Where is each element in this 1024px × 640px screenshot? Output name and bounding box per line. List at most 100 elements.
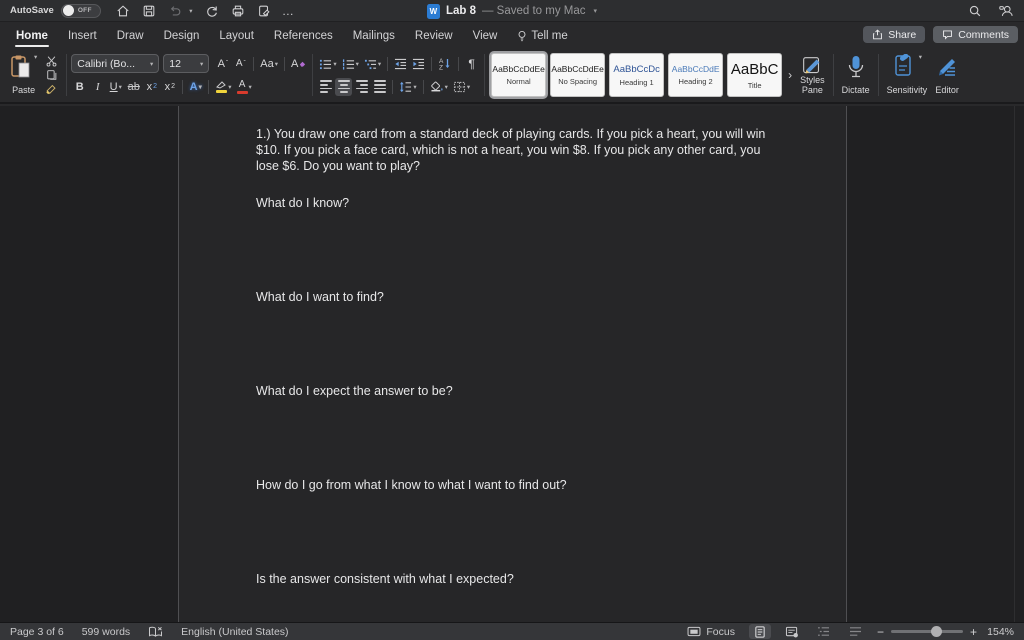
align-center-button[interactable] — [335, 77, 353, 96]
style-heading-1[interactable]: AaBbCcDc Heading 1 — [609, 53, 665, 97]
format-painter-button[interactable] — [43, 82, 60, 96]
cut-button[interactable] — [43, 54, 60, 68]
clear-formatting-button[interactable]: A — [289, 55, 308, 73]
doc-question-2[interactable]: What do I want to find? — [256, 289, 773, 305]
tab-layout[interactable]: Layout — [209, 23, 264, 49]
zoom-level[interactable]: 154% — [984, 626, 1014, 638]
clipboard-icon — [11, 55, 30, 78]
doc-paragraph[interactable]: 1.) You draw one card from a standard de… — [256, 126, 773, 174]
autosave-toggle[interactable]: OFF — [60, 3, 101, 18]
tab-review[interactable]: Review — [405, 23, 463, 49]
style-title[interactable]: AaBbC Title — [727, 53, 783, 97]
redo-icon[interactable] — [204, 2, 221, 19]
superscript-button[interactable]: x2 — [161, 78, 178, 96]
multilevel-list-button[interactable]: ▾ — [362, 55, 383, 73]
language-indicator[interactable]: English (United States) — [181, 626, 288, 638]
bullets-button[interactable]: ▾ — [317, 55, 338, 73]
borders-button[interactable]: ▾ — [451, 78, 472, 96]
style-no-spacing[interactable]: AaBbCcDdEe No Spacing — [550, 53, 606, 97]
scissors-icon — [46, 56, 57, 67]
align-left-button[interactable] — [317, 78, 334, 96]
doc-question-4[interactable]: How do I go from what I know to what I w… — [256, 477, 773, 493]
align-right-button[interactable] — [353, 78, 370, 96]
bold-button[interactable]: B — [71, 78, 88, 96]
style-heading-2[interactable]: AaBbCcDdE Heading 2 — [668, 53, 724, 97]
styles-pane-button[interactable]: Styles Pane — [796, 52, 829, 98]
save-icon[interactable] — [141, 2, 158, 19]
font-group: Calibri (Bo... ▾ 12 ▾ Aˆ Aˇ Aa ▾ A B I U ▾… — [71, 52, 308, 98]
focus-button[interactable]: Focus — [687, 626, 735, 638]
home-icon[interactable] — [115, 2, 132, 19]
tab-references[interactable]: References — [264, 23, 343, 49]
italic-button[interactable]: I — [89, 78, 106, 96]
ribbon-home: ▾ Paste Calibri (Bo... ▾ 12 ▾ A ˆ A ˇ Aa… — [0, 49, 1024, 104]
shrink-font-button[interactable]: Aˇ — [232, 55, 249, 73]
scrollbar-track[interactable] — [1014, 106, 1015, 622]
tab-view[interactable]: View — [463, 23, 508, 49]
undo-dropdown-icon[interactable]: ▾ — [187, 2, 195, 19]
zoom-slider[interactable] — [890, 625, 963, 637]
undo-icon[interactable] — [167, 2, 184, 19]
sensitivity-icon — [895, 54, 911, 76]
titlebar: AutoSave OFF ▾ … W Lab 8 — Saved to my M… — [0, 0, 1024, 22]
numbering-button[interactable]: ▾ — [340, 55, 361, 73]
zoom-in-button[interactable]: + — [970, 626, 977, 638]
comment-icon — [943, 30, 953, 40]
paste-button[interactable]: ▾ Paste — [6, 52, 41, 98]
outline-view-button[interactable] — [813, 624, 835, 639]
styles-gallery-more-icon[interactable]: › — [786, 68, 794, 82]
decrease-indent-button[interactable] — [392, 55, 409, 73]
sensitivity-button[interactable]: ▾ Sensitivity — [883, 52, 932, 98]
print-icon[interactable] — [230, 2, 247, 19]
show-marks-button[interactable]: ¶ — [463, 55, 480, 73]
draft-view-button[interactable] — [845, 624, 867, 639]
sort-button[interactable]: AZ — [436, 55, 454, 73]
style-normal[interactable]: AaBbCcDdEe Normal — [491, 53, 547, 97]
strikethrough-button[interactable]: ab — [125, 78, 142, 96]
shading-button[interactable]: ▾ — [428, 78, 450, 96]
word-count[interactable]: 599 words — [82, 626, 130, 638]
eraser-icon — [300, 61, 306, 67]
search-icon[interactable] — [966, 2, 983, 19]
grow-font-button[interactable]: Aˆ — [214, 55, 231, 73]
text-effects-button[interactable]: A ▾ — [187, 78, 204, 96]
tab-home[interactable]: Home — [6, 23, 58, 49]
underline-button[interactable]: U ▾ — [107, 78, 124, 96]
proofing-status-icon[interactable] — [148, 626, 163, 638]
doc-question-5[interactable]: Is the answer consistent with what I exp… — [256, 571, 773, 587]
page-indicator[interactable]: Page 3 of 6 — [10, 626, 64, 638]
more-commands-icon[interactable]: … — [282, 4, 295, 18]
doc-question-1[interactable]: What do I know? — [256, 195, 773, 211]
account-icon[interactable] — [997, 2, 1014, 19]
decrease-indent-icon — [395, 58, 407, 69]
print-layout-icon — [755, 625, 765, 638]
increase-indent-button[interactable] — [410, 55, 427, 73]
subscript-button[interactable]: x2 — [143, 78, 160, 96]
tab-insert[interactable]: Insert — [58, 23, 107, 49]
tab-tell-me[interactable]: Tell me — [507, 23, 577, 49]
change-case-button[interactable]: Aa ▾ — [258, 55, 280, 73]
font-color-button[interactable]: A ▾ — [235, 78, 254, 96]
tab-design[interactable]: Design — [154, 23, 210, 49]
copy-button[interactable] — [43, 68, 60, 82]
copy-icon — [47, 70, 57, 80]
zoom-out-button[interactable]: − — [877, 626, 884, 638]
font-name-select[interactable]: Calibri (Bo... ▾ — [71, 54, 160, 73]
font-size-select[interactable]: 12 ▾ — [163, 54, 210, 73]
dictate-button[interactable]: Dictate — [838, 52, 874, 98]
line-spacing-button[interactable]: ▾ — [397, 78, 418, 96]
document-canvas[interactable]: 1.) You draw one card from a standard de… — [0, 106, 1024, 622]
editor-button[interactable]: Editor — [931, 52, 963, 98]
doc-question-3[interactable]: What do I expect the answer to be? — [256, 383, 773, 399]
comments-button[interactable]: Comments — [933, 26, 1018, 43]
share-button[interactable]: Share — [863, 26, 926, 43]
export-icon[interactable] — [256, 2, 273, 19]
tab-mailings[interactable]: Mailings — [343, 23, 405, 49]
highlight-button[interactable]: ▾ — [213, 78, 233, 96]
tab-draw[interactable]: Draw — [107, 23, 154, 49]
zoom-slider-thumb[interactable] — [930, 625, 942, 637]
web-layout-view-button[interactable] — [781, 624, 803, 639]
print-layout-view-button[interactable] — [748, 624, 771, 639]
justify-button[interactable] — [371, 78, 388, 96]
document-page[interactable]: 1.) You draw one card from a standard de… — [178, 106, 847, 622]
